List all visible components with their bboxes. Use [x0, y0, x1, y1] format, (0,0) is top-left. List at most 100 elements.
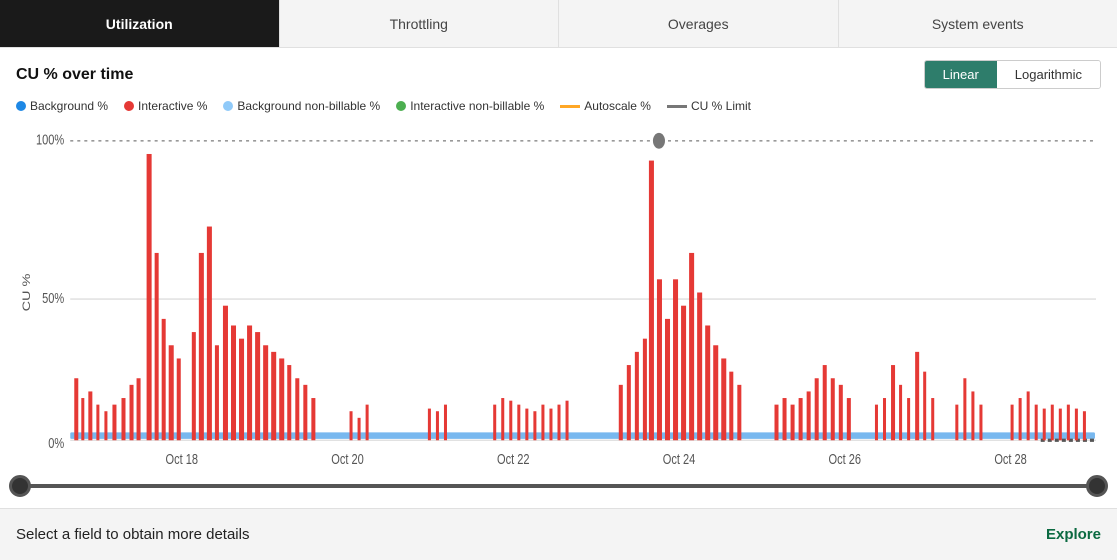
- slider-track: [20, 484, 1097, 488]
- bar-r60: [737, 385, 741, 440]
- legend-background-label: Background %: [30, 99, 108, 113]
- bar-r70: [847, 398, 851, 440]
- bar-r11: [162, 319, 166, 440]
- bar-r89: [1059, 409, 1062, 441]
- x-label-oct26: Oct 26: [829, 450, 862, 464]
- y-label-50: 50%: [42, 290, 64, 307]
- bar-r76: [915, 352, 919, 440]
- bar-r80: [963, 378, 966, 440]
- legend-interactive-nonbillable-label: Interactive non-billable %: [410, 99, 544, 113]
- bar-r30: [350, 411, 353, 440]
- legend-interactive-nonbillable-dot: [396, 101, 406, 111]
- bar-r10: [155, 253, 159, 440]
- bar-r23: [263, 345, 268, 440]
- bar-r68: [831, 378, 835, 440]
- bar-r2: [81, 398, 84, 440]
- bar-r91: [1075, 409, 1078, 441]
- bar-r85: [1027, 391, 1030, 440]
- bar-r57: [713, 345, 718, 440]
- bar-r24: [271, 352, 276, 440]
- x-label-oct18: Oct 18: [166, 450, 199, 464]
- bar-r37: [501, 398, 504, 440]
- legend-autoscale-dash: [560, 105, 580, 108]
- bar-r47: [627, 365, 631, 440]
- y-label-100: 100%: [36, 131, 64, 148]
- bar-r64: [799, 398, 803, 440]
- legend-interactive: Interactive %: [124, 99, 207, 113]
- bar-r9: [137, 378, 141, 440]
- bar-r21: [247, 325, 252, 440]
- select-field-text: Select a field to obtain more details: [16, 526, 249, 543]
- bar-r54: [689, 253, 694, 440]
- app-container: Utilization Throttling Overages System e…: [0, 0, 1117, 560]
- bar-r56: [705, 325, 710, 440]
- time-slider[interactable]: [0, 464, 1117, 508]
- legend-autoscale: Autoscale %: [560, 99, 651, 113]
- bar-r32: [366, 405, 369, 441]
- bar-r72: [883, 398, 886, 440]
- bar-r8: [130, 385, 134, 440]
- bar-r86: [1035, 405, 1038, 441]
- bar-r55: [697, 293, 702, 441]
- slider-fill: [20, 484, 1097, 488]
- bar-r77: [923, 372, 926, 441]
- bar-r36: [493, 405, 496, 441]
- explore-button[interactable]: Explore: [1046, 526, 1101, 543]
- bar-r59: [729, 372, 733, 441]
- bar-r29: [311, 398, 315, 440]
- bar-r19: [231, 325, 236, 440]
- bar-r75: [907, 398, 910, 440]
- tab-throttling[interactable]: Throttling: [280, 0, 560, 47]
- bar-r62: [783, 398, 787, 440]
- bar-r34: [436, 411, 439, 440]
- bar-r43: [549, 409, 552, 441]
- bar-r18: [223, 306, 228, 441]
- bar-r44: [557, 405, 560, 441]
- x-label-oct28: Oct 28: [994, 450, 1027, 464]
- header-row: CU % over time Linear Logarithmic: [16, 60, 1101, 89]
- legend-autoscale-label: Autoscale %: [584, 99, 651, 113]
- bar-r78: [931, 398, 934, 440]
- slider-thumb-right[interactable]: [1086, 475, 1108, 497]
- bar-r73: [891, 365, 895, 440]
- bar-r92: [1083, 411, 1086, 440]
- bar-r14: [192, 332, 196, 440]
- scale-logarithmic-button[interactable]: Logarithmic: [997, 61, 1100, 88]
- bar-r45: [566, 401, 569, 441]
- bar-r69: [839, 385, 843, 440]
- tab-system-events[interactable]: System events: [839, 0, 1117, 47]
- legend-cu-limit-dash: [667, 105, 687, 108]
- bar-r16: [207, 227, 212, 441]
- bar-r35: [444, 405, 447, 441]
- y-axis-label: CU %: [20, 274, 33, 312]
- bar-r79: [955, 405, 958, 441]
- bar-r17: [215, 345, 219, 440]
- bar-r61: [774, 405, 778, 441]
- bar-r40: [525, 409, 528, 441]
- x-label-oct24: Oct 24: [663, 450, 696, 464]
- tab-bar: Utilization Throttling Overages System e…: [0, 0, 1117, 48]
- bar-r41: [533, 411, 536, 440]
- slider-thumb-left[interactable]: [9, 475, 31, 497]
- bar-r46: [619, 385, 623, 440]
- bar-r74: [899, 385, 902, 440]
- bar-r6: [112, 405, 116, 441]
- bar-r4: [96, 405, 99, 441]
- bar-r7: [121, 398, 125, 440]
- x-label-oct20: Oct 20: [331, 450, 364, 464]
- tab-utilization[interactable]: Utilization: [0, 0, 280, 47]
- legend-cu-limit-label: CU % Limit: [691, 99, 751, 113]
- tab-overages[interactable]: Overages: [559, 0, 839, 47]
- chart-title: CU % over time: [16, 66, 133, 84]
- legend-background: Background %: [16, 99, 108, 113]
- legend-interactive-nonbillable: Interactive non-billable %: [396, 99, 544, 113]
- legend-background-nonbillable-label: Background non-billable %: [237, 99, 380, 113]
- legend-cu-limit: CU % Limit: [667, 99, 751, 113]
- main-content: CU % over time Linear Logarithmic Backgr…: [0, 48, 1117, 464]
- bar-r63: [791, 405, 795, 441]
- scale-linear-button[interactable]: Linear: [925, 61, 997, 88]
- bar-r84: [1019, 398, 1022, 440]
- chart-area: 100% 50% 0% CU % Oct 18 Oct 20 Oct 22 Oc…: [16, 121, 1101, 464]
- bar-r48: [635, 352, 639, 440]
- bar-r53: [681, 306, 686, 441]
